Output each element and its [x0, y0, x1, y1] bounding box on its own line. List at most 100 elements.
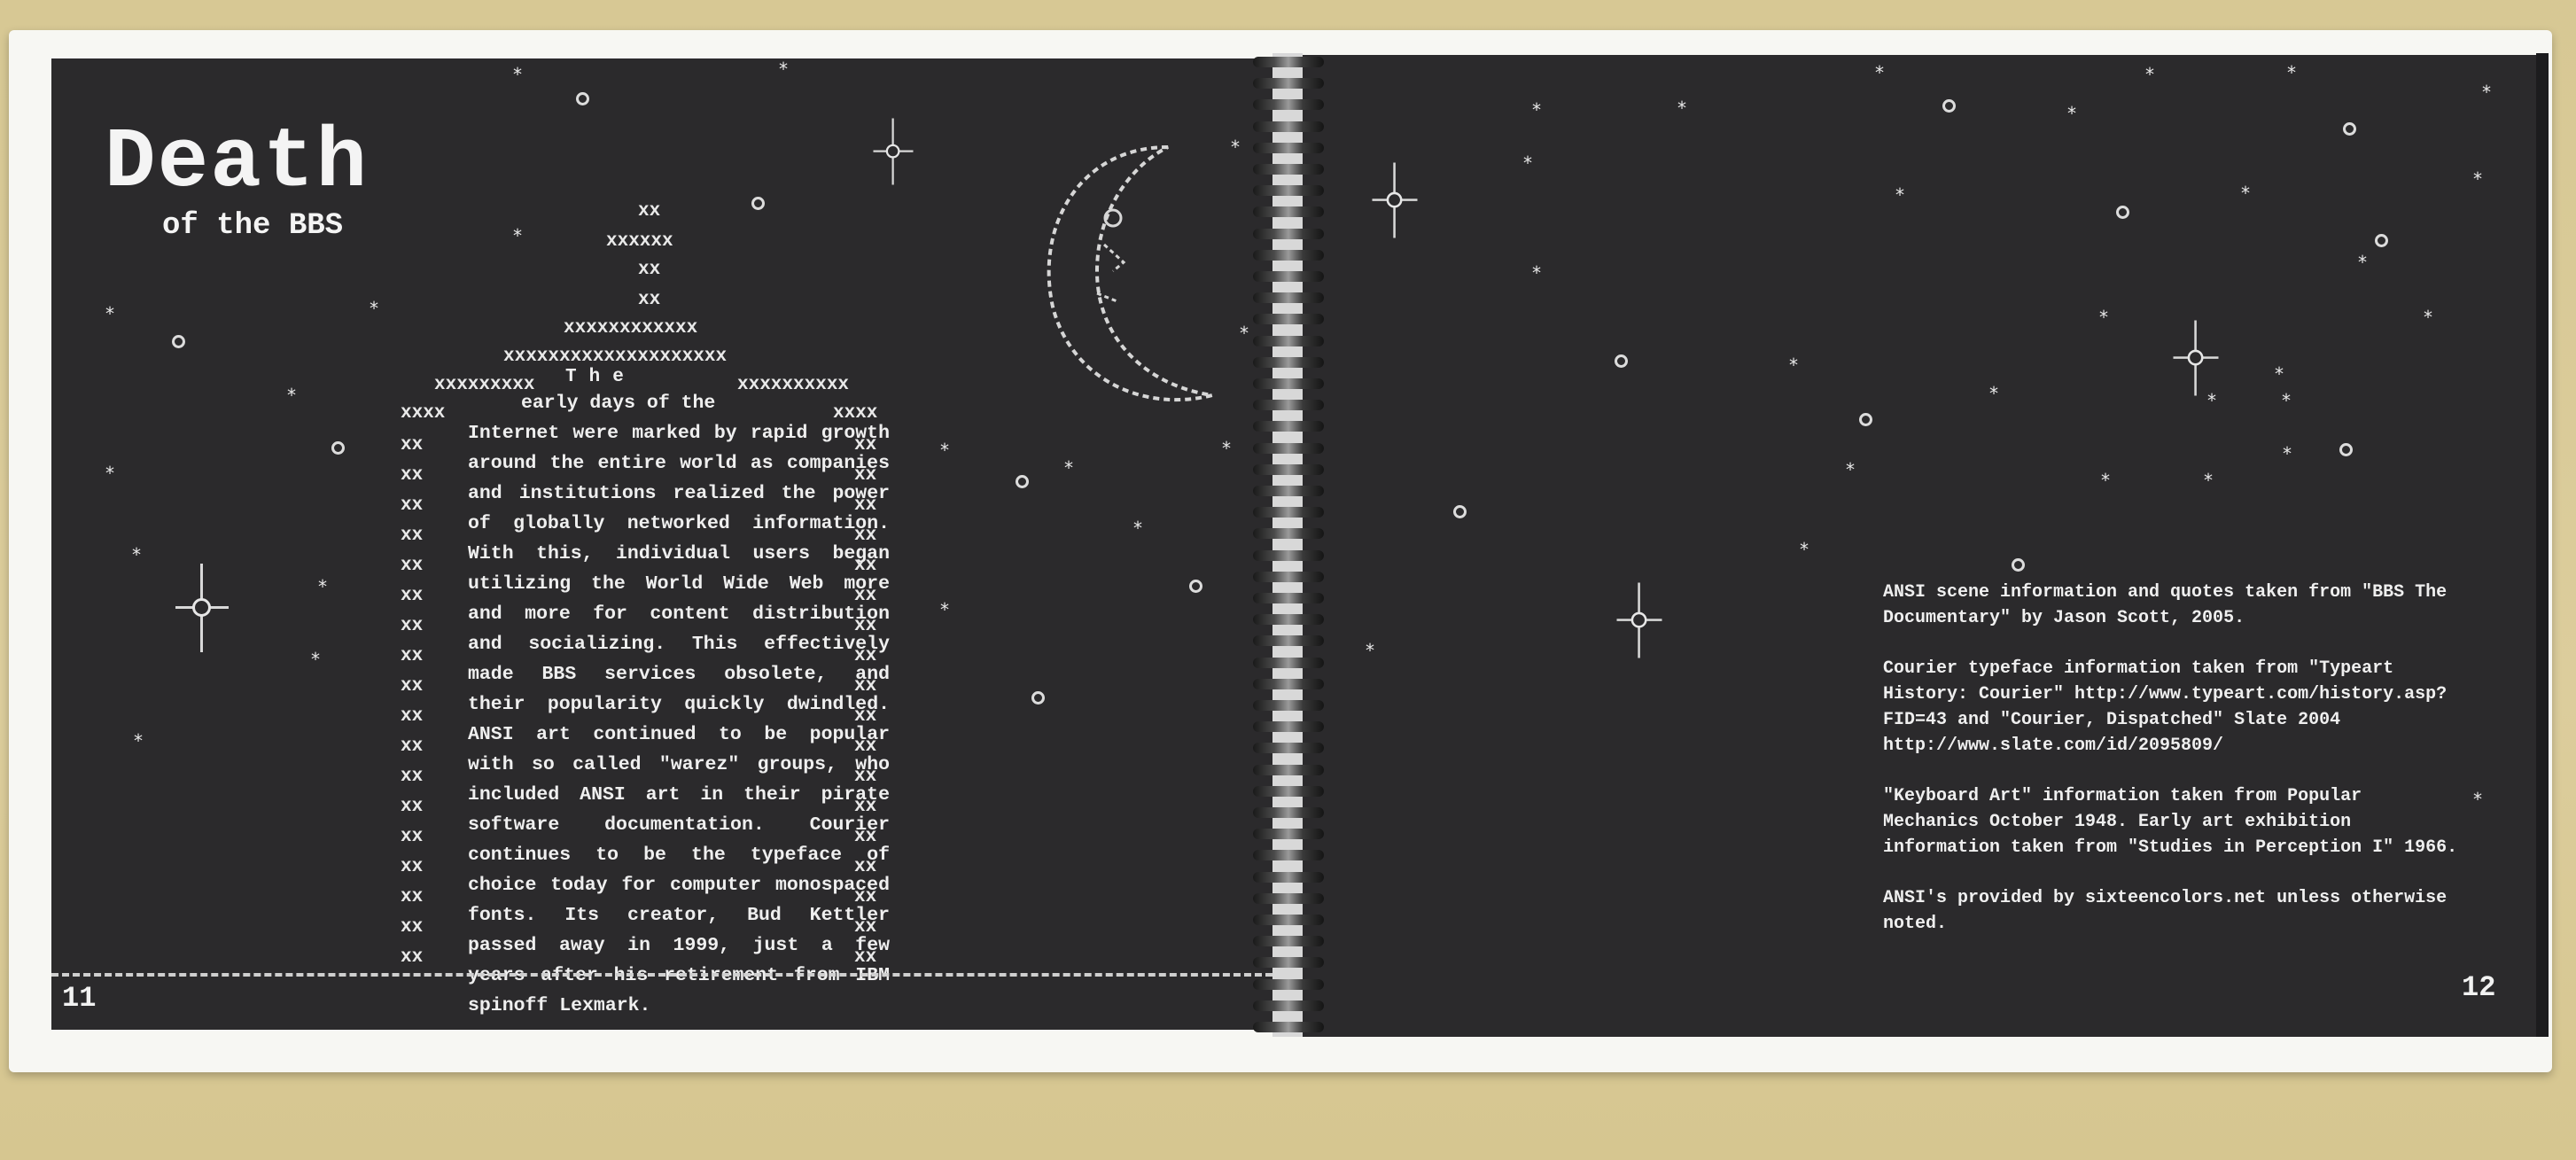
spiral-coil [1253, 549, 1324, 561]
star-icon: * [1522, 152, 1534, 174]
ascii-art-wall-cell: xx [401, 465, 424, 486]
spiral-coil [1253, 657, 1324, 668]
ring-icon [1859, 413, 1872, 426]
ascii-art-wall-cell: xx [401, 526, 424, 546]
ring-icon [2375, 234, 2388, 247]
star-icon: * [1063, 457, 1075, 479]
star-icon: * [2423, 307, 2434, 328]
spiral-coil [1253, 463, 1324, 475]
spiral-coil [1253, 807, 1324, 818]
star-icon: * [1788, 354, 1800, 376]
star-icon: * [105, 303, 116, 324]
star-icon: * [369, 298, 380, 319]
ascii-art-wall-top-left: xxxx [401, 403, 446, 424]
spiral-coil [1253, 571, 1324, 582]
ring-icon [172, 335, 185, 348]
ascii-art-wall-cell: xx [401, 435, 424, 455]
star-icon: * [2472, 789, 2484, 810]
star-icon: * [1365, 640, 1376, 661]
ascii-art-wall-cell: xx [401, 495, 424, 516]
ring-icon [1016, 475, 1029, 488]
page-number-left: 11 [62, 982, 97, 1015]
spiral-coil [1253, 442, 1324, 454]
spiral-coil [1253, 785, 1324, 797]
star-icon: * [939, 440, 951, 461]
spiral-coil [1253, 850, 1324, 861]
spiral-coil [1253, 335, 1324, 346]
spiral-coil [1253, 421, 1324, 432]
star-icon: * [1132, 518, 1144, 539]
star-icon: * [1988, 383, 2000, 404]
spiral-coil [1253, 1000, 1324, 1011]
spiral-coil [1253, 957, 1324, 969]
sparkle-icon [1616, 582, 1662, 658]
ascii-art-wall-cell: xx [401, 797, 424, 817]
credit-courier-typeface: Courier typeface information taken from … [1883, 658, 2448, 756]
spiral-coil [1253, 700, 1324, 711]
star-icon: * [1799, 539, 1810, 560]
spiral-coil [1253, 378, 1324, 389]
spiral-coil [1253, 871, 1324, 883]
page-edge [2536, 53, 2549, 1037]
star-icon: * [2274, 363, 2285, 385]
body-text: early days of the Internet were marked b… [468, 388, 890, 1021]
star-icon: * [1221, 438, 1233, 459]
ascii-art-row: xx [638, 201, 661, 222]
star-icon: * [2282, 443, 2293, 464]
ring-icon [2012, 558, 2025, 572]
spiral-coil [1253, 614, 1324, 626]
star-icon: * [2203, 470, 2214, 491]
ascii-art-wall-cell: xx [401, 736, 424, 757]
star-icon: * [2144, 64, 2156, 85]
star-icon: * [310, 649, 322, 670]
spiral-coil [1253, 99, 1324, 111]
star-icon: * [1874, 62, 1886, 83]
body-paragraph: Internet were marked by rapid growth aro… [468, 423, 890, 1016]
star-icon: * [286, 385, 298, 406]
spiral-coil [1253, 829, 1324, 840]
credits-block: ANSI scene information and quotes taken … [1883, 580, 2468, 961]
dashed-divider [51, 973, 1272, 977]
spiral-coil [1253, 206, 1324, 218]
ascii-art-wall-cell: xx [401, 827, 424, 847]
star-icon: * [939, 599, 951, 620]
ring-icon [1615, 354, 1628, 368]
star-icon: * [131, 544, 143, 565]
star-icon: * [2100, 470, 2112, 491]
ascii-art-row: xxxxxx [606, 231, 673, 252]
star-icon: * [2281, 390, 2292, 411]
right-page: * * * * * * * * * * * * * * * * * * * * … [1303, 55, 2536, 1037]
ascii-art-wall-cell: xx [401, 616, 424, 636]
ascii-art-wall-cell: xx [401, 646, 424, 666]
spiral-coil [1253, 721, 1324, 733]
page-subtitle: of the BBS [162, 209, 344, 243]
star-icon: * [2481, 82, 2493, 103]
spiral-coil [1253, 249, 1324, 261]
star-icon: * [1677, 97, 1688, 119]
star-icon: * [2240, 183, 2252, 204]
body-lead: early days of the [521, 393, 716, 414]
spiral-coil [1253, 400, 1324, 411]
sparkle-icon [175, 564, 229, 652]
spiral-coil [1253, 678, 1324, 689]
ring-icon [331, 441, 345, 455]
spiral-coil [1253, 57, 1324, 67]
ascii-art-row: xx [638, 290, 661, 310]
star-icon: * [512, 64, 524, 85]
spiral-coil [1253, 507, 1324, 518]
spiral-coil [1253, 271, 1324, 282]
star-icon: * [133, 730, 144, 751]
spiral-coil [1253, 228, 1324, 239]
ascii-art-wall-cell: xx [401, 556, 424, 576]
ring-icon [1189, 580, 1202, 593]
spiral-coil [1253, 78, 1324, 90]
spiral-coil [1253, 314, 1324, 325]
credit-ansi-source: ANSI's provided by sixteencolors.net unl… [1883, 888, 2448, 934]
spiral-coil [1253, 164, 1324, 175]
spiral-coil [1253, 121, 1324, 132]
spiral-binding [1241, 44, 1338, 1037]
ascii-art-row: xx [638, 260, 661, 280]
spiral-coil [1253, 142, 1324, 153]
star-icon: * [1531, 262, 1543, 284]
star-icon: * [512, 225, 524, 246]
